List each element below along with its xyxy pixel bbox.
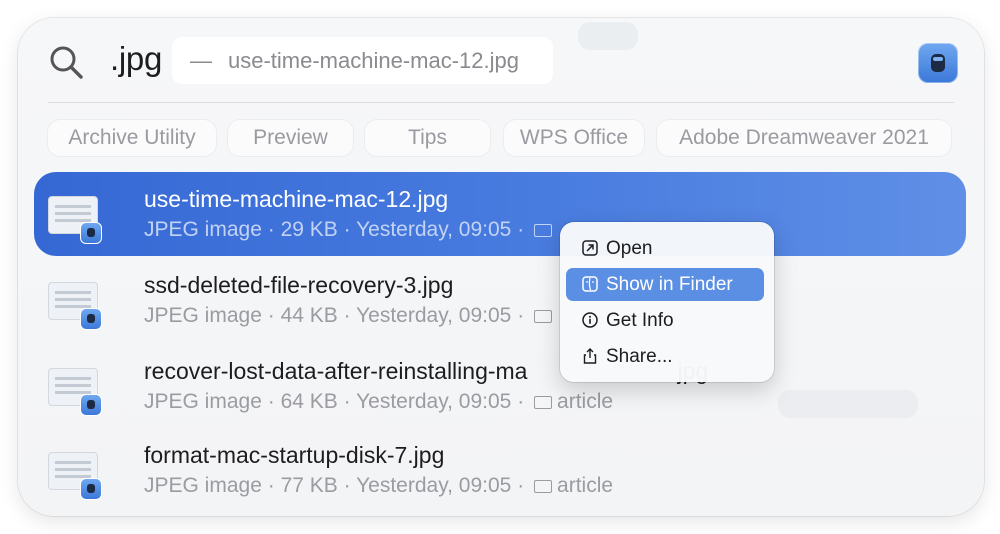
- search-icon: [50, 46, 83, 79]
- menu-item-label: Show in Finder: [606, 273, 733, 295]
- menu-item-label: Open: [606, 237, 653, 259]
- meta-separator: ·: [511, 390, 531, 413]
- meta-separator: ·: [337, 218, 357, 241]
- menu-item-show-in-finder[interactable]: Show in Finder: [566, 268, 764, 301]
- meta-separator: ·: [261, 304, 281, 327]
- result-meta: JPEG image · 64 KB · Yesterday, 09:05 · …: [144, 390, 613, 414]
- meta-separator: ·: [337, 390, 357, 413]
- chip-archive-utility[interactable]: Archive Utility: [48, 120, 216, 156]
- result-row[interactable]: recover-lost-data-after-reinstalling-ma j…: [34, 344, 966, 428]
- share-icon: [583, 348, 597, 364]
- open-arrow-icon: [582, 240, 598, 256]
- completion-text: use-time-machine-mac-12.jpg: [228, 47, 519, 73]
- result-row[interactable]: use-time-machine-mac-12.jpg JPEG image ·…: [34, 172, 966, 256]
- meta-date: Yesterday, 09:05: [356, 390, 512, 413]
- meta-date: Yesterday, 09:05: [356, 218, 512, 241]
- menu-item-get-info[interactable]: Get Info: [566, 304, 764, 337]
- meta-folder: article: [557, 390, 614, 413]
- result-filename: format-mac-startup-disk-7.jpg: [144, 442, 445, 468]
- folder-icon: [534, 224, 553, 237]
- preview-badge-icon: [80, 222, 102, 244]
- result-meta: JPEG image · 44 KB · Yesterday, 09:05 ·: [144, 304, 557, 328]
- result-filename: use-time-machine-mac-12.jpg: [144, 186, 449, 212]
- menu-item-open[interactable]: Open: [566, 232, 764, 265]
- preview-badge-icon: [80, 308, 102, 330]
- app-glyph-icon: [931, 54, 945, 72]
- search-completion[interactable]: — use-time-machine-mac-12.jpg: [172, 37, 553, 84]
- preview-badge-icon: [80, 394, 102, 416]
- meta-kind: JPEG image: [144, 390, 262, 413]
- meta-size: 77 KB: [280, 474, 338, 497]
- menu-item-label: Get Info: [606, 309, 674, 331]
- search-query[interactable]: .jpg: [110, 40, 162, 78]
- meta-separator: ·: [261, 474, 281, 497]
- folder-icon: [534, 480, 553, 493]
- meta-separator: ·: [511, 218, 531, 241]
- meta-kind: JPEG image: [144, 218, 262, 241]
- completion-dash: —: [190, 47, 212, 73]
- meta-separator: ·: [261, 390, 281, 413]
- context-menu: Open Show in Finder Get Info Share...: [560, 222, 774, 382]
- meta-size: 64 KB: [280, 390, 338, 413]
- spotlight-panel: .jpg — use-time-machine-mac-12.jpg Archi…: [18, 18, 984, 516]
- menu-item-share[interactable]: Share...: [566, 340, 764, 373]
- meta-date: Yesterday, 09:05: [356, 304, 512, 327]
- menu-item-label: Share...: [606, 345, 673, 367]
- chip-adobe-dreamweaver[interactable]: Adobe Dreamweaver 2021: [657, 120, 951, 156]
- meta-separator: ·: [511, 474, 531, 497]
- meta-kind: JPEG image: [144, 304, 262, 327]
- filename-start: recover-lost-data-after-reinstalling-ma: [144, 358, 528, 384]
- result-filename: ssd-deleted-file-recovery-3.jpg: [144, 272, 454, 298]
- info-icon: [582, 312, 598, 328]
- chip-preview[interactable]: Preview: [228, 120, 353, 156]
- meta-kind: JPEG image: [144, 474, 262, 497]
- result-meta: JPEG image · 77 KB · Yesterday, 09:05 · …: [144, 474, 613, 498]
- meta-size: 29 KB: [280, 218, 338, 241]
- chip-tips[interactable]: Tips: [365, 120, 490, 156]
- meta-separator: ·: [511, 304, 531, 327]
- meta-separator: ·: [337, 474, 357, 497]
- meta-separator: ·: [337, 304, 357, 327]
- meta-folder: article: [557, 474, 614, 497]
- preview-app-icon[interactable]: [918, 43, 958, 83]
- result-row[interactable]: ssd-deleted-file-recovery-3.jpg JPEG ima…: [34, 258, 966, 342]
- search-bar[interactable]: .jpg — use-time-machine-mac-12.jpg: [18, 18, 984, 104]
- meta-separator: ·: [261, 218, 281, 241]
- meta-date: Yesterday, 09:05: [356, 474, 512, 497]
- result-meta: JPEG image · 29 KB · Yesterday, 09:05 ·: [144, 218, 557, 242]
- folder-icon: [534, 396, 553, 409]
- result-row[interactable]: format-mac-startup-disk-7.jpg JPEG image…: [34, 428, 966, 512]
- chip-wps-office[interactable]: WPS Office: [504, 120, 644, 156]
- finder-icon: [582, 276, 598, 292]
- folder-icon: [534, 310, 553, 323]
- preview-badge-icon: [80, 478, 102, 500]
- search-divider: [48, 102, 954, 103]
- meta-size: 44 KB: [280, 304, 338, 327]
